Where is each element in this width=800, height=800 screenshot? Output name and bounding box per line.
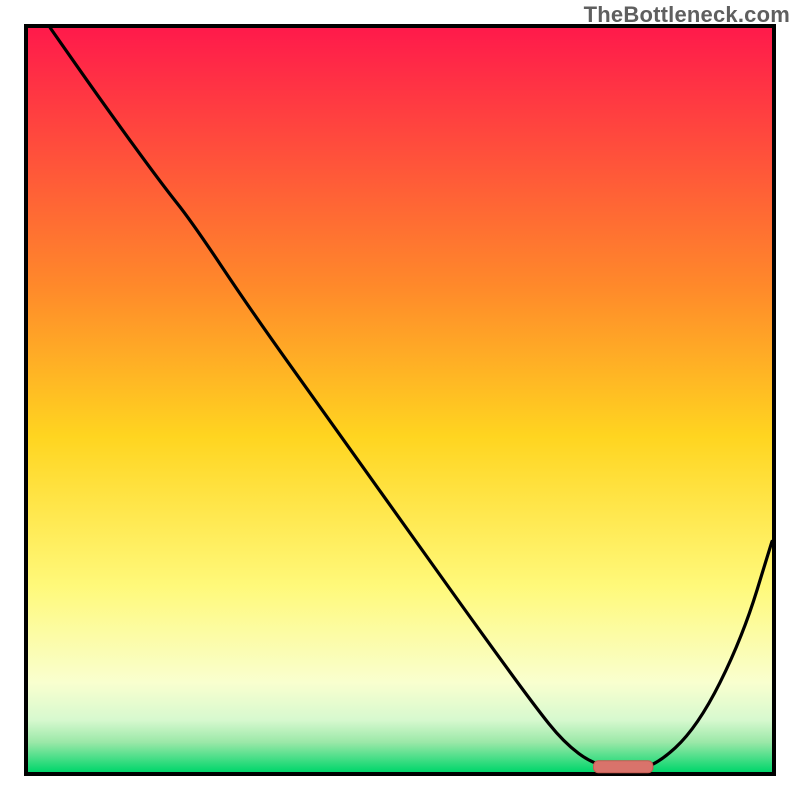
optimum-marker — [593, 761, 653, 773]
plot-background — [28, 28, 772, 772]
watermark-text: TheBottleneck.com — [584, 2, 790, 28]
bottleneck-chart — [0, 0, 800, 800]
